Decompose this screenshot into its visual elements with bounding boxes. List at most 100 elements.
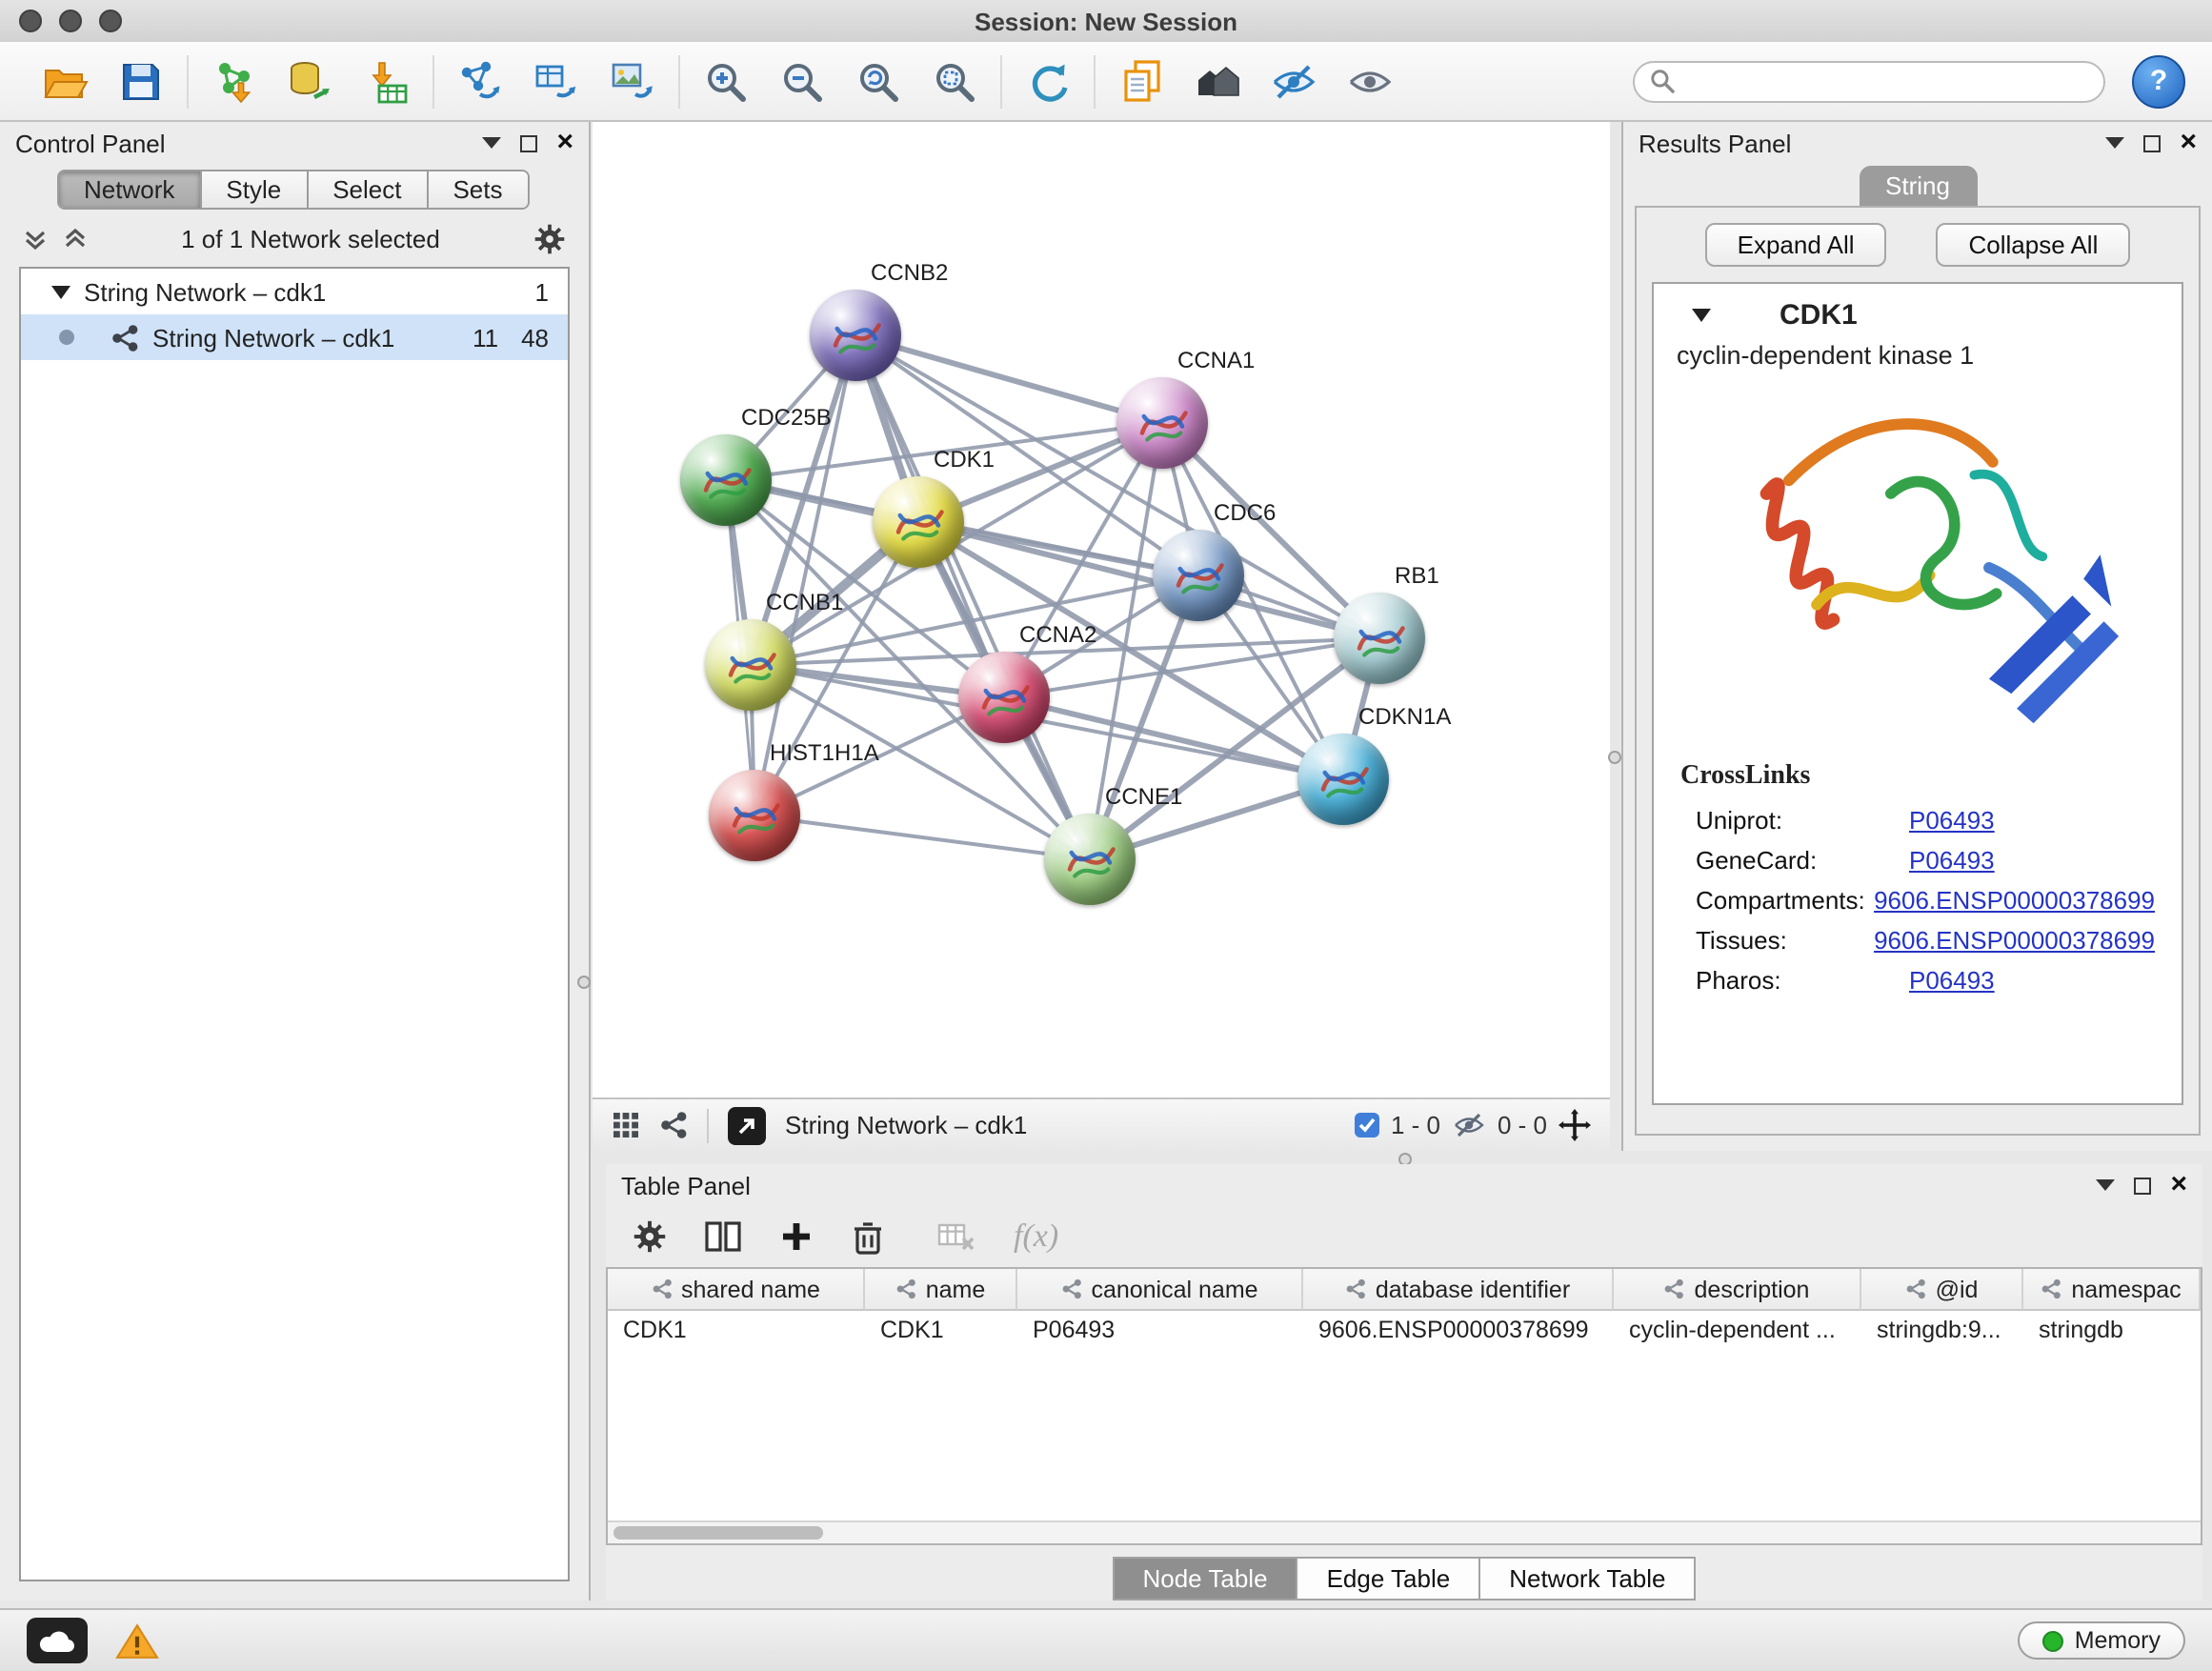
graph-node-CDKN1A[interactable] (1297, 734, 1389, 825)
zoom-out-button[interactable] (772, 50, 833, 111)
crosslink-link[interactable]: P06493 (1909, 806, 1995, 835)
crosslink-link[interactable]: 9606.ENSP00000378699 (1874, 886, 2155, 915)
table-cell[interactable]: stringdb (2023, 1311, 2201, 1349)
table-cell[interactable]: CDK1 (865, 1311, 1017, 1349)
graph-node-CDC25B[interactable] (680, 434, 772, 526)
copy-document-button[interactable] (1111, 50, 1172, 111)
zoom-in-button[interactable] (695, 50, 756, 111)
network-collection-row[interactable]: String Network – cdk1 1 (21, 269, 568, 314)
tab-network-table[interactable]: Network Table (1480, 1557, 1696, 1601)
close-window-button[interactable] (19, 10, 42, 32)
column-header[interactable]: shared name (608, 1269, 865, 1311)
float-panel-icon[interactable] (2096, 1179, 2115, 1191)
table-cell[interactable]: P06493 (1017, 1311, 1303, 1349)
maximize-panel-icon[interactable] (2143, 134, 2161, 151)
graph-node-CDK1[interactable] (873, 476, 964, 568)
network-canvas[interactable]: CCNB2CCNA1CDC25BCDK1CDC6RB1CCNB1CCNA2CDK… (593, 122, 1610, 1097)
close-panel-icon[interactable]: × (556, 133, 573, 152)
search-box[interactable] (1633, 60, 2105, 102)
memory-button[interactable]: Memory (2018, 1621, 2185, 1660)
close-panel-icon[interactable]: × (2180, 133, 2197, 152)
gear-icon[interactable] (533, 222, 566, 254)
table-cell[interactable]: cyclin-dependent ... (1614, 1311, 1861, 1349)
new-table-from-network-button[interactable] (526, 50, 587, 111)
show-all-button[interactable] (1339, 50, 1400, 111)
vertical-splitter-grip[interactable] (1608, 751, 1621, 764)
grid-overview-icon[interactable] (612, 1111, 640, 1139)
new-network-from-selection-button[interactable] (450, 50, 511, 111)
crosslink-link[interactable]: P06493 (1909, 846, 1995, 875)
graph-node-CCNB2[interactable] (810, 290, 901, 381)
export-image-button[interactable] (602, 50, 663, 111)
float-panel-icon[interactable] (482, 137, 501, 149)
tab-sets[interactable]: Sets (428, 171, 527, 208)
warning-icon[interactable] (114, 1621, 160, 1661)
column-header[interactable]: @id (1861, 1269, 2023, 1311)
graph-node-CCNE1[interactable] (1044, 814, 1136, 905)
open-in-window-button[interactable] (728, 1106, 766, 1144)
collection-expanded-icon[interactable] (51, 285, 70, 298)
zoom-fit-button[interactable] (848, 50, 909, 111)
graph-node-HIST1H1A[interactable] (709, 770, 800, 861)
network-row-selected[interactable]: String Network – cdk1 11 48 (21, 314, 568, 360)
collapse-section-icon[interactable] (1692, 309, 1711, 322)
vertical-splitter-grip[interactable] (577, 976, 591, 989)
network-share-icon[interactable] (659, 1111, 688, 1139)
crosslink-link[interactable]: 9606.ENSP00000378699 (1874, 926, 2155, 955)
protein-card-header[interactable]: CDK1 (1654, 284, 2182, 335)
table-settings-gear-icon[interactable] (633, 1219, 667, 1254)
tab-edge-table[interactable]: Edge Table (1298, 1557, 1481, 1601)
tab-node-table[interactable]: Node Table (1112, 1557, 1297, 1601)
maximize-panel-icon[interactable] (2134, 1177, 2151, 1194)
column-header[interactable]: canonical name (1017, 1269, 1303, 1311)
tab-string[interactable]: String (1859, 166, 1977, 206)
hide-selected-button[interactable] (1263, 50, 1324, 111)
expand-all-button[interactable]: Expand All (1705, 223, 1887, 267)
collapse-all-icon[interactable] (23, 226, 48, 251)
tab-select[interactable]: Select (308, 171, 428, 208)
table-cell[interactable]: stringdb:9... (1861, 1311, 2023, 1349)
tab-style[interactable]: Style (201, 171, 308, 208)
graph-node-CCNB1[interactable] (705, 619, 796, 711)
horizontal-scrollbar[interactable] (608, 1520, 2201, 1543)
search-input[interactable] (1684, 66, 2088, 96)
apply-layout-button[interactable] (1017, 50, 1078, 111)
graph-node-CCNA1[interactable] (1116, 377, 1208, 469)
maximize-panel-icon[interactable] (520, 134, 537, 151)
scrollbar-thumb[interactable] (613, 1526, 823, 1540)
column-header[interactable]: namespac (2023, 1269, 2201, 1311)
crosshair-move-icon[interactable] (1558, 1109, 1591, 1141)
column-header[interactable]: name (865, 1269, 1017, 1311)
table-row[interactable]: CDK1 CDK1 P06493 9606.ENSP00000378699 cy… (608, 1311, 2201, 1349)
table-cell[interactable]: 9606.ENSP00000378699 (1303, 1311, 1614, 1349)
graph-node-RB1[interactable] (1334, 593, 1425, 684)
graph-node-CDC6[interactable] (1153, 530, 1244, 621)
zoom-window-button[interactable] (99, 10, 122, 32)
close-panel-icon[interactable]: × (2170, 1176, 2187, 1195)
import-table-file-button[interactable] (356, 50, 417, 111)
database-icon (286, 56, 335, 106)
graph-node-CCNA2[interactable] (958, 652, 1050, 743)
collapse-all-button[interactable]: Collapse All (1937, 223, 2131, 267)
minimize-window-button[interactable] (59, 10, 82, 32)
zoom-selected-button[interactable] (924, 50, 985, 111)
open-session-button[interactable] (34, 50, 95, 111)
help-button[interactable]: ? (2132, 54, 2185, 108)
homes-button[interactable] (1187, 50, 1248, 111)
table-cell[interactable]: CDK1 (608, 1311, 865, 1349)
expand-all-icon[interactable] (63, 226, 88, 251)
delete-column-icon[interactable] (852, 1218, 884, 1255)
column-header[interactable]: database identifier (1303, 1269, 1614, 1311)
hidden-eye-slash-icon[interactable] (1452, 1111, 1486, 1139)
selected-checkbox-icon[interactable] (1355, 1113, 1379, 1137)
column-header[interactable]: description (1614, 1269, 1861, 1311)
crosslink-link[interactable]: P06493 (1909, 966, 1995, 995)
add-column-icon[interactable] (779, 1219, 814, 1254)
tab-network[interactable]: Network (59, 171, 201, 208)
save-session-button[interactable] (111, 50, 171, 111)
float-panel-icon[interactable] (2105, 137, 2124, 149)
import-network-file-button[interactable] (204, 50, 265, 111)
import-network-database-button[interactable] (280, 50, 341, 111)
cloud-button[interactable] (27, 1618, 88, 1663)
show-columns-icon[interactable] (705, 1219, 741, 1254)
